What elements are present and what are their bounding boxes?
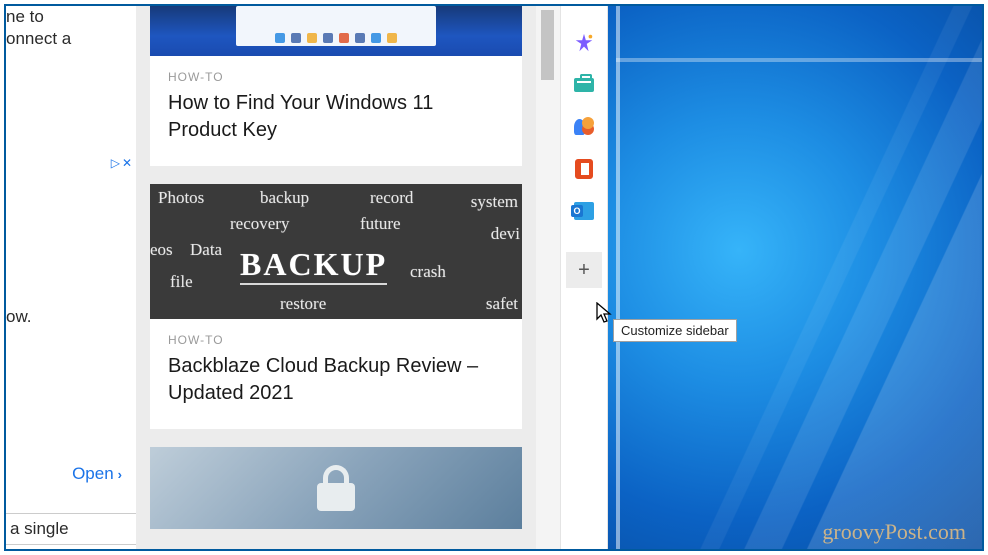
text-fragment: onnect a <box>6 28 71 51</box>
article-thumbnail <box>150 6 522 56</box>
tooltip: Customize sidebar <box>613 319 737 342</box>
ad-close-icon[interactable]: ✕ <box>122 156 132 170</box>
adchoices-controls[interactable]: ▷ ✕ <box>111 156 132 170</box>
article-title: Backblaze Cloud Backup Review – Updated … <box>168 353 504 407</box>
ad-open-link[interactable]: Open › <box>72 464 122 484</box>
text-fragment: ne to <box>6 6 44 29</box>
outlook-icon[interactable]: O <box>573 200 595 222</box>
article-card[interactable] <box>150 447 522 529</box>
article-thumbnail <box>150 447 522 529</box>
cursor-pointer-icon <box>596 302 616 326</box>
chevron-right-icon: › <box>118 467 122 482</box>
office-icon[interactable] <box>573 158 595 180</box>
scrollbar-thumb[interactable] <box>541 10 554 80</box>
scrollbar-vertical[interactable] <box>536 6 560 549</box>
screenshot-viewport: ne to onnect a ▷ ✕ ow. Open › a single H… <box>4 4 984 551</box>
article-left-fragment-column: ne to onnect a ▷ ✕ ow. Open › a single <box>6 6 136 549</box>
article-title: How to Find Your Windows 11 Product Key <box>168 90 504 144</box>
edge-sidebar-rail: O + <box>560 6 608 549</box>
article-list: HOW-TO How to Find Your Windows 11 Produ… <box>136 6 536 549</box>
article-thumbnail: Photos backup record recovery future sys… <box>150 184 522 319</box>
article-card[interactable]: HOW-TO How to Find Your Windows 11 Produ… <box>150 6 522 166</box>
padlock-icon <box>317 465 355 511</box>
plus-icon: + <box>578 259 590 282</box>
games-icon[interactable] <box>573 116 595 138</box>
article-category: HOW-TO <box>168 70 504 84</box>
ad-play-icon[interactable]: ▷ <box>111 156 120 170</box>
windows-desktop[interactable]: groovyPost.com <box>608 6 982 549</box>
tools-icon[interactable] <box>573 74 595 96</box>
article-category: HOW-TO <box>168 333 504 347</box>
article-card[interactable]: Photos backup record recovery future sys… <box>150 184 522 429</box>
text-fragment: ow. <box>6 306 32 329</box>
text-fragment: a single <box>6 513 136 545</box>
customize-sidebar-button[interactable]: + <box>566 252 602 288</box>
copilot-icon[interactable] <box>573 32 595 54</box>
open-label: Open <box>72 464 114 484</box>
